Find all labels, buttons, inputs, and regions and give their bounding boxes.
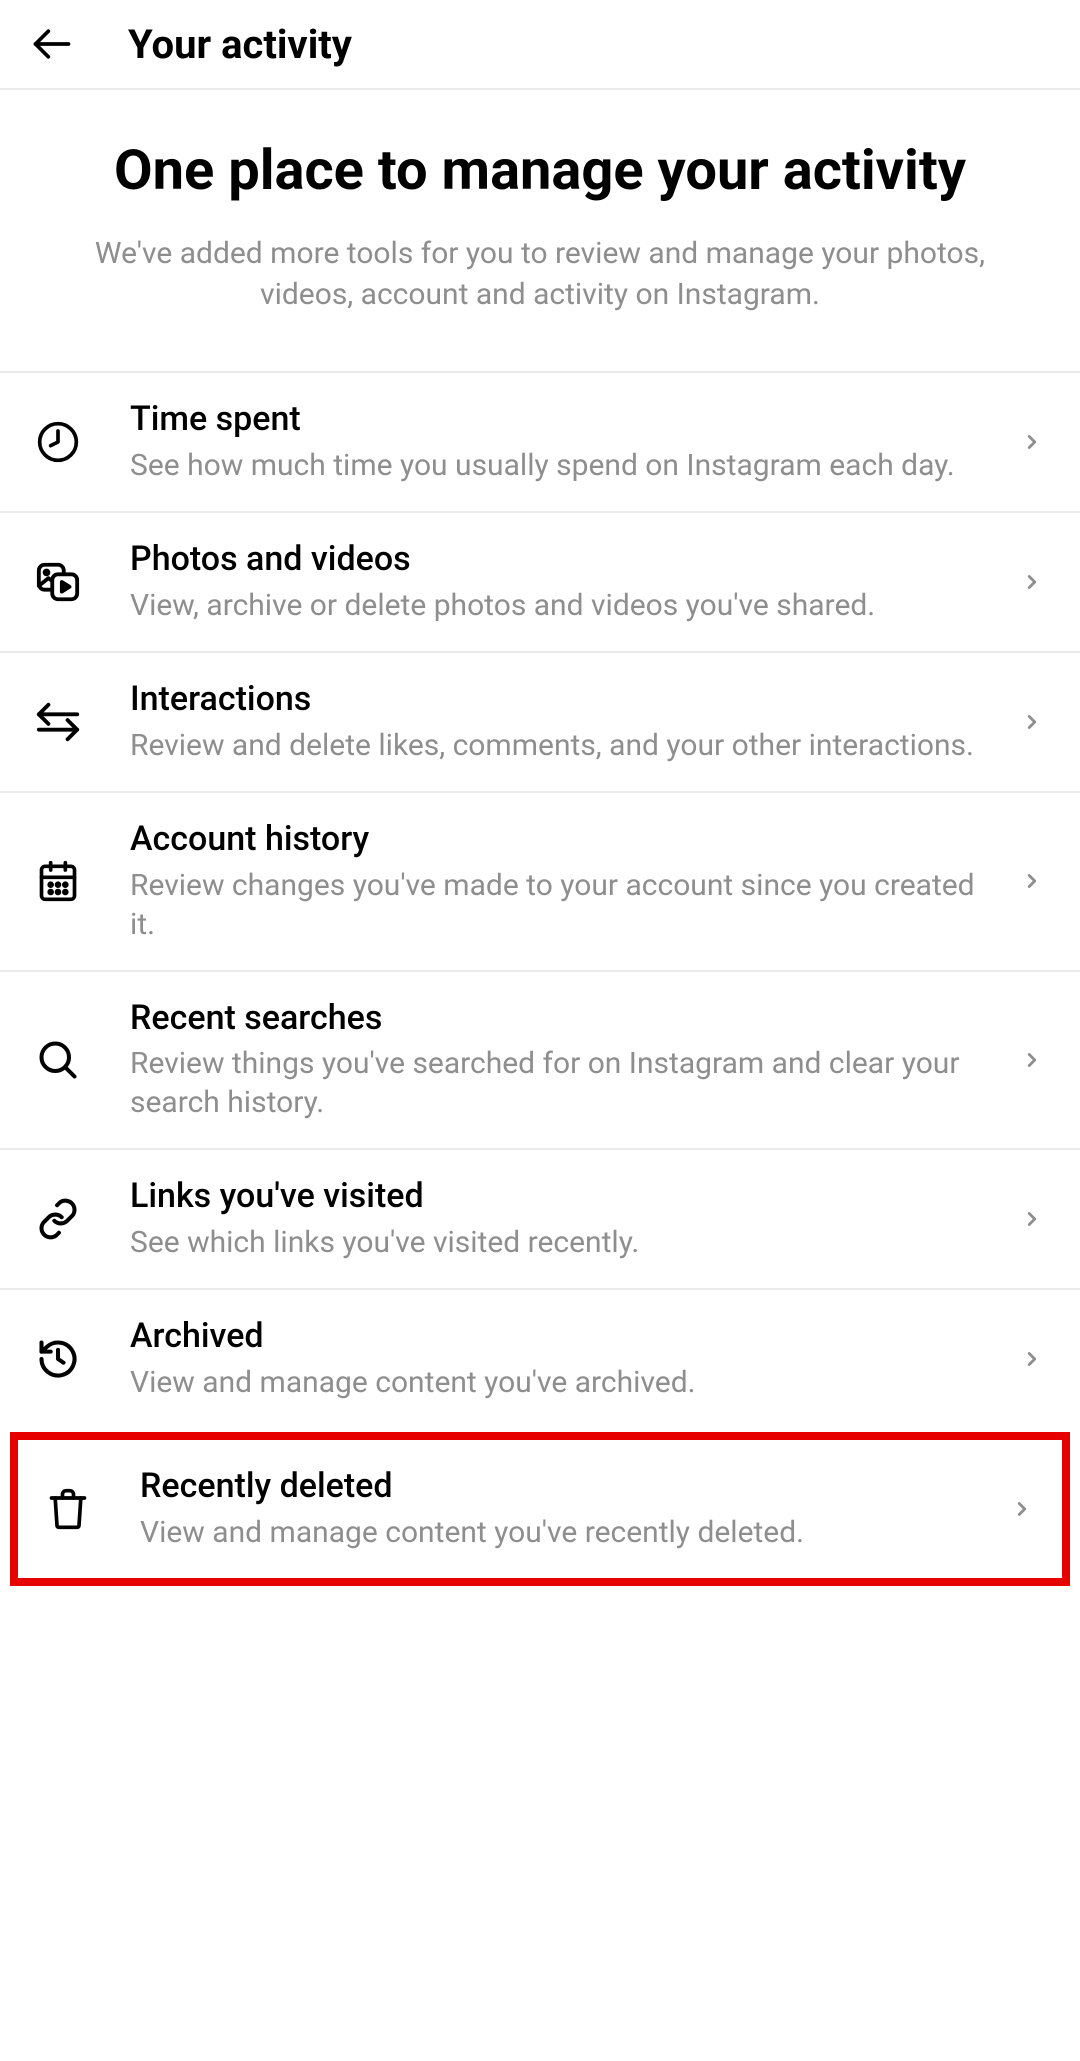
- chevron-right-icon: [1014, 431, 1050, 453]
- item-text: Interactions Review and delete likes, co…: [130, 679, 1014, 765]
- item-desc: Review changes you've made to your accou…: [130, 866, 994, 944]
- item-title: Archived: [130, 1316, 994, 1357]
- item-desc: View and manage content you've recently …: [140, 1513, 984, 1552]
- item-title: Time spent: [130, 399, 994, 440]
- item-links-visited[interactable]: Links you've visited See which links you…: [0, 1150, 1080, 1290]
- item-photos-videos[interactable]: Photos and videos View, archive or delet…: [0, 513, 1080, 653]
- activity-list: Time spent See how much time you usually…: [0, 371, 1080, 1585]
- arrow-left-icon: [30, 22, 74, 66]
- item-desc: View, archive or delete photos and video…: [130, 586, 994, 625]
- item-recently-deleted[interactable]: Recently deleted View and manage content…: [18, 1440, 1062, 1578]
- item-title: Recently deleted: [140, 1466, 984, 1507]
- page-title: Your activity: [128, 21, 352, 68]
- search-icon: [30, 1032, 86, 1088]
- item-desc: See which links you've visited recently.: [130, 1223, 994, 1262]
- chevron-right-icon: [1014, 1348, 1050, 1370]
- item-desc: Review things you've searched for on Ins…: [130, 1044, 994, 1122]
- chevron-right-icon: [1014, 870, 1050, 892]
- item-text: Photos and videos View, archive or delet…: [130, 539, 1014, 625]
- item-recent-searches[interactable]: Recent searches Review things you've sea…: [0, 972, 1080, 1151]
- highlight-annotation: Recently deleted View and manage content…: [10, 1432, 1070, 1586]
- chevron-right-icon: [1014, 571, 1050, 593]
- clock-icon: [30, 414, 86, 470]
- media-icon: [30, 554, 86, 610]
- hero: One place to manage your activity We've …: [0, 90, 1080, 371]
- chevron-right-icon: [1004, 1498, 1040, 1520]
- item-interactions[interactable]: Interactions Review and delete likes, co…: [0, 653, 1080, 793]
- chevron-right-icon: [1014, 1208, 1050, 1230]
- back-button[interactable]: [28, 20, 76, 68]
- item-title: Account history: [130, 819, 994, 860]
- calendar-icon: [30, 853, 86, 909]
- link-icon: [30, 1191, 86, 1247]
- item-title: Links you've visited: [130, 1176, 994, 1217]
- hero-subtitle: We've added more tools for you to review…: [60, 234, 1020, 315]
- item-text: Links you've visited See which links you…: [130, 1176, 1014, 1262]
- item-title: Recent searches: [130, 998, 994, 1039]
- item-time-spent[interactable]: Time spent See how much time you usually…: [0, 373, 1080, 513]
- item-title: Interactions: [130, 679, 994, 720]
- item-title: Photos and videos: [130, 539, 994, 580]
- item-archived[interactable]: Archived View and manage content you've …: [0, 1290, 1080, 1428]
- item-text: Recently deleted View and manage content…: [140, 1466, 1004, 1552]
- hero-title: One place to manage your activity: [60, 138, 1020, 202]
- chevron-right-icon: [1014, 1049, 1050, 1071]
- item-desc: View and manage content you've archived.: [130, 1363, 994, 1402]
- item-text: Time spent See how much time you usually…: [130, 399, 1014, 485]
- item-desc: See how much time you usually spend on I…: [130, 446, 994, 485]
- item-text: Recent searches Review things you've sea…: [130, 998, 1014, 1123]
- item-text: Account history Review changes you've ma…: [130, 819, 1014, 944]
- item-account-history[interactable]: Account history Review changes you've ma…: [0, 793, 1080, 972]
- item-text: Archived View and manage content you've …: [130, 1316, 1014, 1402]
- header-bar: Your activity: [0, 0, 1080, 90]
- chevron-right-icon: [1014, 711, 1050, 733]
- item-desc: Review and delete likes, comments, and y…: [130, 726, 994, 765]
- history-icon: [30, 1331, 86, 1387]
- trash-icon: [40, 1481, 96, 1537]
- arrows-icon: [30, 694, 86, 750]
